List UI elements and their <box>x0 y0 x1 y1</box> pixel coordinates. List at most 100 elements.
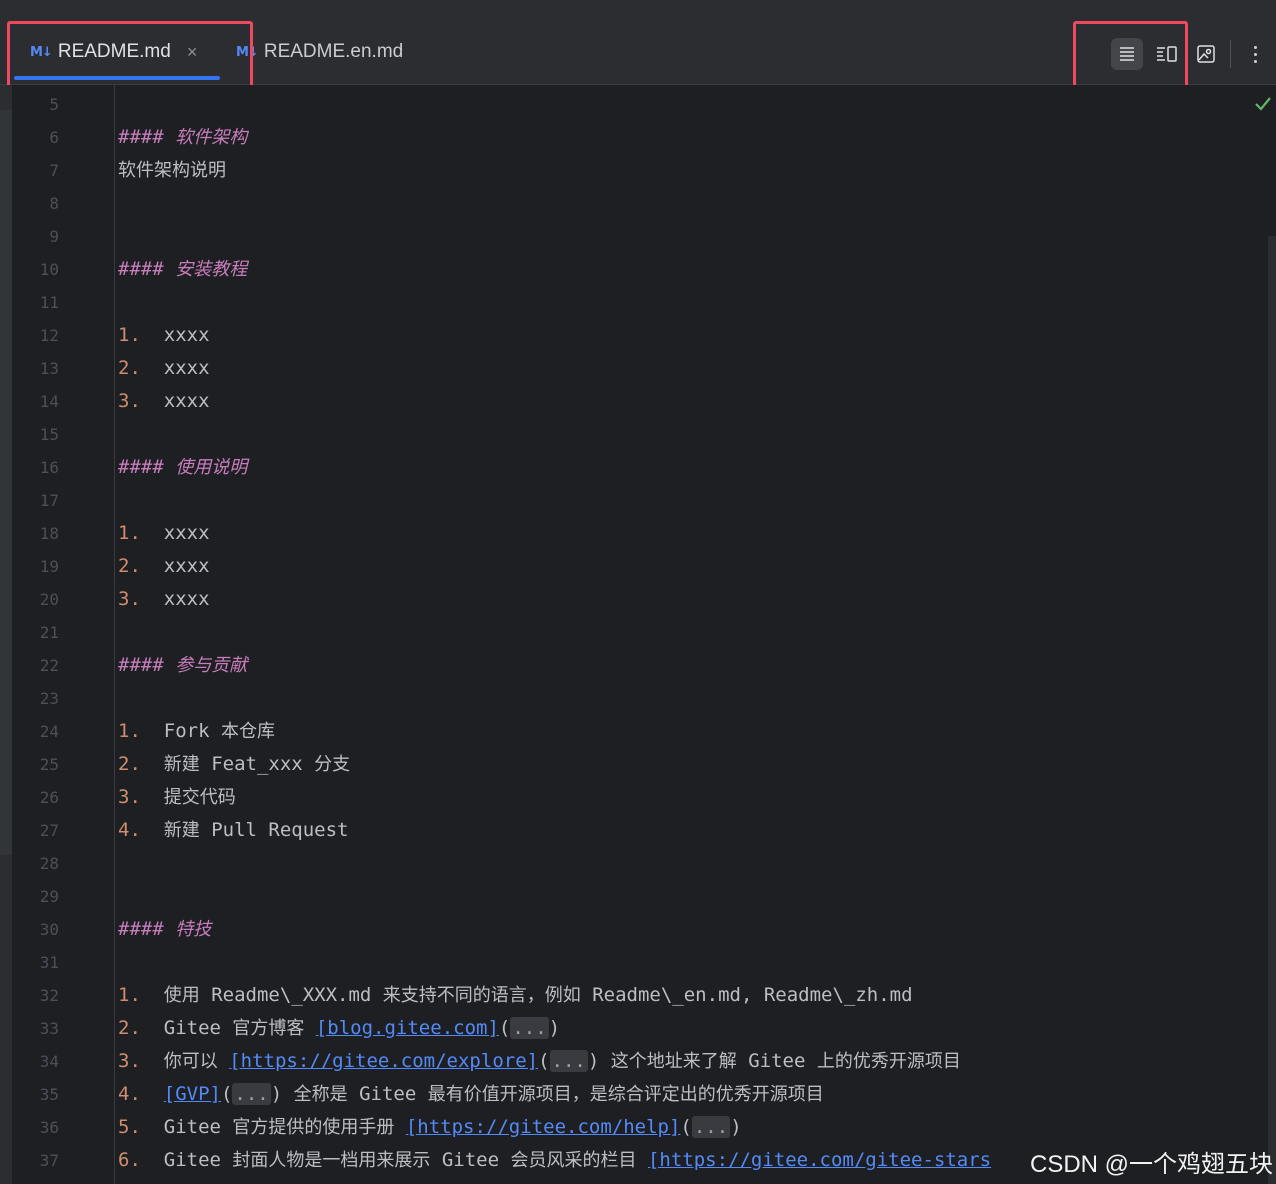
line-text[interactable]: 5. Gitee 官方提供的使用手册 [https://gitee.com/he… <box>118 1111 742 1144</box>
code-line[interactable]: 8 <box>0 187 1276 220</box>
folded-url-placeholder[interactable]: ... <box>691 1116 731 1138</box>
markdown-link[interactable]: [blog.gitee.com] <box>316 1017 499 1039</box>
line-text[interactable]: 4. [GVP](...) 全称是 Gitee 最有价值开源项目，是综合评定出的… <box>118 1078 824 1111</box>
code-line[interactable]: 32 1. 使用 Readme\_XXX.md 来支持不同的语言，例如 Readm… <box>0 979 1276 1012</box>
folded-url-placeholder[interactable]: ... <box>510 1017 549 1039</box>
code-token: Fork <box>163 720 221 742</box>
code-token: Gitee <box>347 1083 428 1105</box>
preview-only-view-button[interactable] <box>1190 38 1222 70</box>
code-token: ( <box>498 1017 511 1039</box>
code-line[interactable]: 36 5. Gitee 官方提供的使用手册 [https://gitee.com/… <box>0 1111 1276 1144</box>
code-line[interactable]: 34 3. 你可以 [https://gitee.com/explore](...… <box>0 1045 1276 1078</box>
code-line[interactable]: 33 2. Gitee 官方博客 [blog.gitee.com](...) <box>0 1012 1276 1045</box>
code-line[interactable]: 7 软件架构说明 <box>0 154 1276 187</box>
line-number: 8 <box>49 194 59 213</box>
code-token: #### <box>118 126 176 148</box>
line-text[interactable]: 2. 新建 Feat_xxx 分支 <box>118 748 350 781</box>
line-text[interactable]: #### 安装教程 <box>118 253 247 286</box>
line-number: 15 <box>39 425 59 444</box>
code-token: 1. <box>118 324 164 346</box>
markdown-link[interactable]: [https://gitee.com/gitee-stars <box>648 1149 991 1171</box>
more-options-icon[interactable] <box>1244 40 1266 68</box>
line-text[interactable]: 2. Gitee 官方博客 [blog.gitee.com](...) <box>118 1012 560 1045</box>
markdown-link[interactable]: [GVP] <box>164 1083 221 1105</box>
line-text[interactable]: 3. xxxx <box>118 583 210 616</box>
markdown-link[interactable]: [https://gitee.com/explore] <box>229 1050 538 1072</box>
line-text[interactable]: 4. 新建 Pull Request <box>118 814 348 847</box>
line-number: 20 <box>39 590 59 609</box>
code-token: ) <box>730 1116 742 1138</box>
line-text[interactable]: 3. xxxx <box>118 385 210 418</box>
code-line[interactable]: 14 3. xxxx <box>0 385 1276 418</box>
code-line[interactable]: 20 3. xxxx <box>0 583 1276 616</box>
code-token: 3. <box>118 588 164 610</box>
code-line[interactable]: 30 #### 特技 <box>0 913 1276 946</box>
code-line[interactable]: 6 #### 软件架构 <box>0 121 1276 154</box>
code-line[interactable]: 18 1. xxxx <box>0 517 1276 550</box>
code-line[interactable]: 26 3. 提交代码 <box>0 781 1276 814</box>
code-line[interactable]: 27 4. 新建 Pull Request <box>0 814 1276 847</box>
line-text[interactable]: #### 软件架构 <box>118 121 247 154</box>
line-text[interactable]: 1. 使用 Readme\_XXX.md 来支持不同的语言，例如 Readme\… <box>118 979 913 1012</box>
code-token: ) <box>548 1017 561 1039</box>
line-text[interactable]: 2. xxxx <box>118 550 210 583</box>
code-token: 本仓库 <box>220 721 275 742</box>
toolbar-separator <box>1230 40 1231 68</box>
code-line[interactable]: 15 <box>0 418 1276 451</box>
line-text[interactable]: 3. 你可以 [https://gitee.com/explore](...) … <box>118 1045 961 1078</box>
folded-url-placeholder[interactable]: ... <box>232 1083 271 1105</box>
line-text[interactable]: #### 使用说明 <box>118 451 247 484</box>
line-text[interactable]: 6. Gitee 封面人物是一档用来展示 Gitee 会员风采的栏目 [http… <box>118 1144 991 1177</box>
code-line[interactable]: 10 #### 安装教程 <box>0 253 1276 286</box>
line-text[interactable]: #### 特技 <box>118 913 211 946</box>
tab-readme-en-md[interactable]: M↓ README.en.md <box>236 20 403 84</box>
line-number: 26 <box>39 788 59 807</box>
code-line[interactable]: 31 <box>0 946 1276 979</box>
folded-url-placeholder[interactable]: ... <box>549 1050 588 1072</box>
code-line[interactable]: 25 2. 新建 Feat_xxx 分支 <box>0 748 1276 781</box>
code-line[interactable]: 9 <box>0 220 1276 253</box>
line-text[interactable]: 1. xxxx <box>118 517 210 550</box>
code-line[interactable]: 21 <box>0 616 1276 649</box>
line-number: 23 <box>39 689 59 708</box>
line-text[interactable]: 2. xxxx <box>118 352 210 385</box>
code-token: 1. <box>118 984 164 1006</box>
code-line[interactable]: 29 <box>0 880 1276 913</box>
code-token: ( <box>538 1050 550 1072</box>
code-token: 你可以 <box>163 1051 218 1072</box>
line-text[interactable]: #### 参与贡献 <box>118 649 247 682</box>
code-line[interactable]: 23 <box>0 682 1276 715</box>
code-line[interactable]: 11 <box>0 286 1276 319</box>
code-line[interactable]: 24 1. Fork 本仓库 <box>0 715 1276 748</box>
line-number: 9 <box>49 227 59 246</box>
code-line[interactable]: 19 2. xxxx <box>0 550 1276 583</box>
line-text[interactable]: 1. xxxx <box>118 319 210 352</box>
line-text[interactable]: 软件架构说明 <box>118 154 226 187</box>
code-line[interactable]: 17 <box>0 484 1276 517</box>
code-token: 这个地址来了解 <box>610 1051 737 1072</box>
line-number: 6 <box>49 128 59 147</box>
line-text[interactable]: 1. Fork 本仓库 <box>118 715 275 748</box>
code-token: Gitee <box>163 1149 233 1171</box>
watermark: CSDN @一个鸡翅五块 <box>1030 1151 1274 1178</box>
code-token: 使用说明 <box>175 457 248 478</box>
code-token: 全称是 <box>293 1084 348 1105</box>
code-line[interactable]: 28 <box>0 847 1276 880</box>
line-text[interactable]: 3. 提交代码 <box>118 781 236 814</box>
code-line[interactable]: 22 #### 参与贡献 <box>0 649 1276 682</box>
code-token: xxxx <box>163 522 210 544</box>
code-token: xxxx <box>163 390 210 412</box>
code-line[interactable]: 5 <box>0 88 1276 121</box>
code-line[interactable]: 16 #### 使用说明 <box>0 451 1276 484</box>
line-number: 32 <box>39 986 59 1005</box>
code-token: ( <box>680 1116 692 1138</box>
markdown-link[interactable]: [https://gitee.com/help] <box>406 1116 681 1138</box>
code-line[interactable]: 13 2. xxxx <box>0 352 1276 385</box>
code-line[interactable]: 12 1. xxxx <box>0 319 1276 352</box>
code-line[interactable]: 35 4. [GVP](...) 全称是 Gitee 最有价值开源项目，是综合评定… <box>0 1078 1276 1111</box>
line-number: 24 <box>39 722 59 741</box>
code-token: ) <box>587 1050 611 1072</box>
code-token: Readme\_XXX.md <box>199 984 383 1006</box>
